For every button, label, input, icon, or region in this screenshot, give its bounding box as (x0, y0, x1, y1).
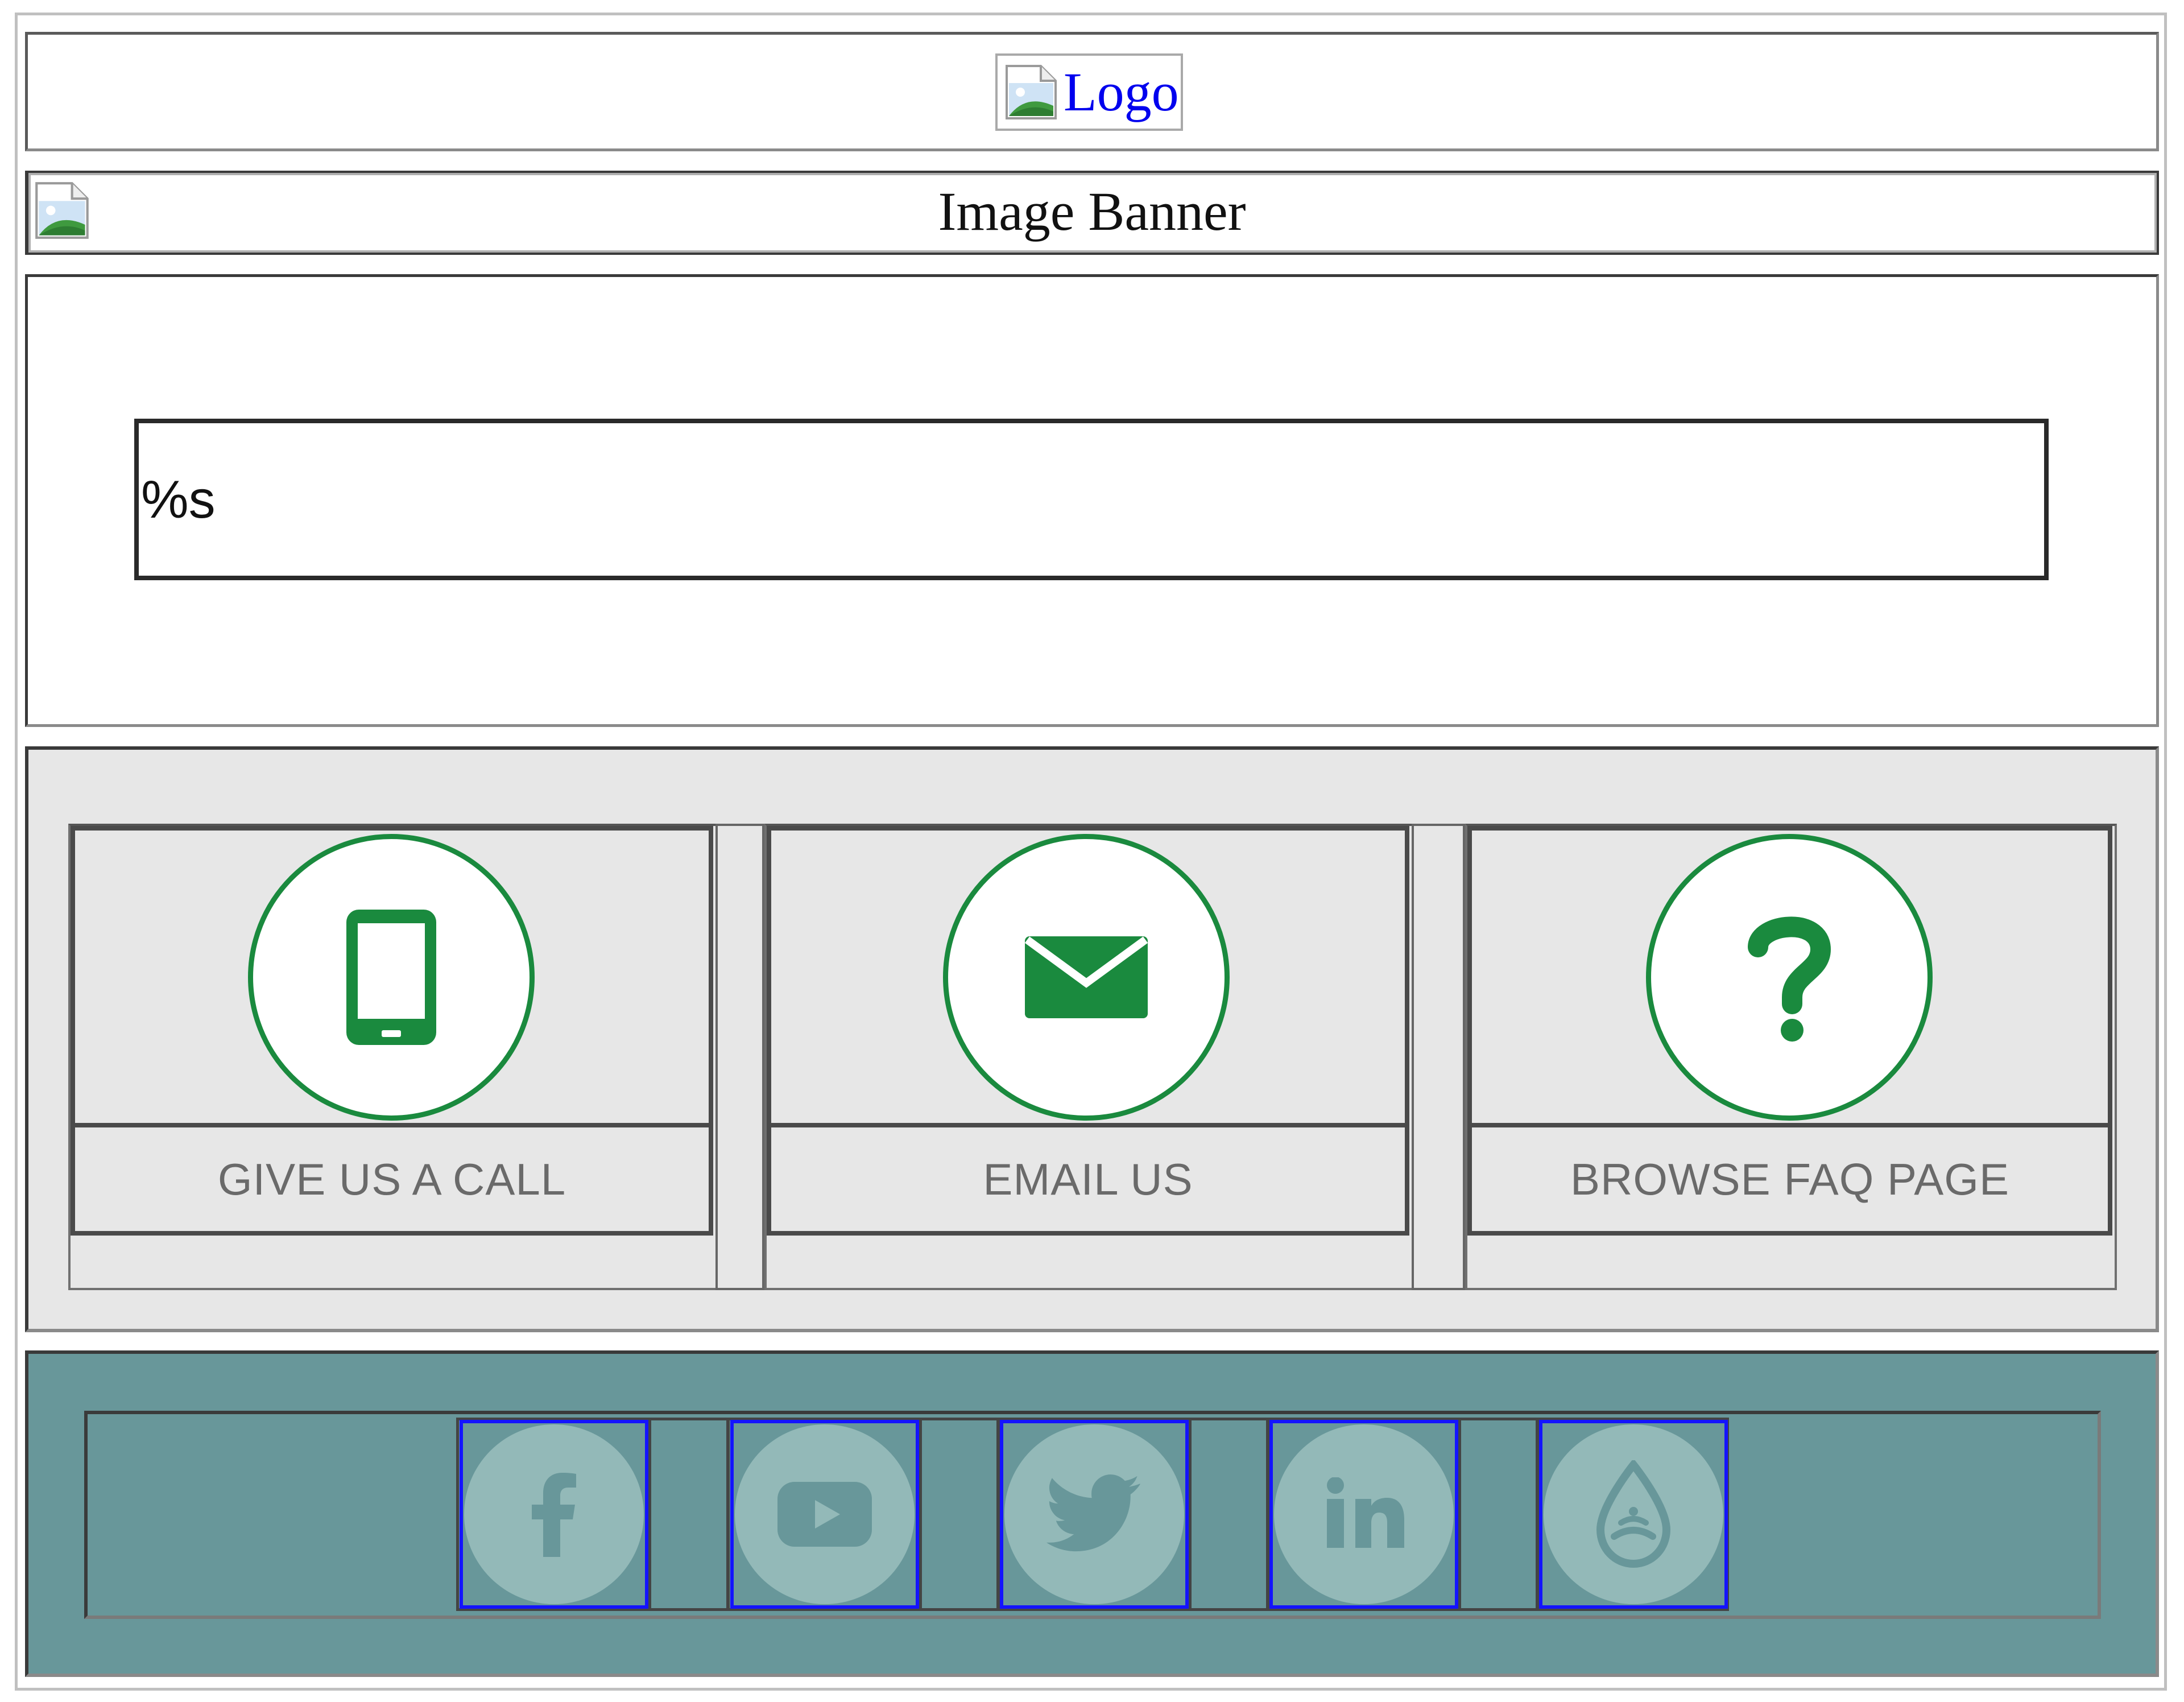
banner-alt-text: Image Banner (938, 181, 1246, 242)
social-gap (1458, 1418, 1539, 1611)
facebook-link[interactable] (460, 1420, 648, 1609)
message-box: %s (134, 419, 2049, 580)
water-drop-icon (1544, 1424, 1723, 1604)
message-text: %s (141, 469, 216, 529)
social-gap (648, 1418, 729, 1611)
social-gap (1189, 1418, 1269, 1611)
social-gap (919, 1418, 1000, 1611)
envelope-glyph (1024, 936, 1148, 1018)
twitter-link[interactable] (1000, 1420, 1189, 1609)
card-label-call[interactable]: GIVE US A CALL (71, 1124, 713, 1236)
question-glyph (1748, 916, 1831, 1042)
card-label-faq[interactable]: BROWSE FAQ PAGE (1467, 1124, 2112, 1236)
question-icon[interactable] (1646, 834, 1933, 1121)
column-gap (1412, 824, 1465, 1290)
twitter-icon (1004, 1424, 1184, 1604)
logo-link[interactable]: Logo (995, 53, 1183, 131)
column-gap (715, 824, 764, 1290)
water-drop-link[interactable] (1539, 1420, 1728, 1609)
linkedin-icon (1274, 1424, 1454, 1604)
envelope-icon[interactable] (943, 834, 1230, 1121)
phone-icon[interactable] (248, 834, 535, 1121)
linkedin-link[interactable] (1269, 1420, 1458, 1609)
phone-glyph (346, 910, 436, 1045)
broken-image-icon (1006, 65, 1057, 119)
youtube-link[interactable] (730, 1420, 919, 1609)
logo-alt-text: Logo (1064, 61, 1179, 122)
card-label-email[interactable]: EMAIL US (767, 1124, 1409, 1236)
facebook-icon (464, 1424, 644, 1604)
youtube-icon (735, 1424, 915, 1604)
